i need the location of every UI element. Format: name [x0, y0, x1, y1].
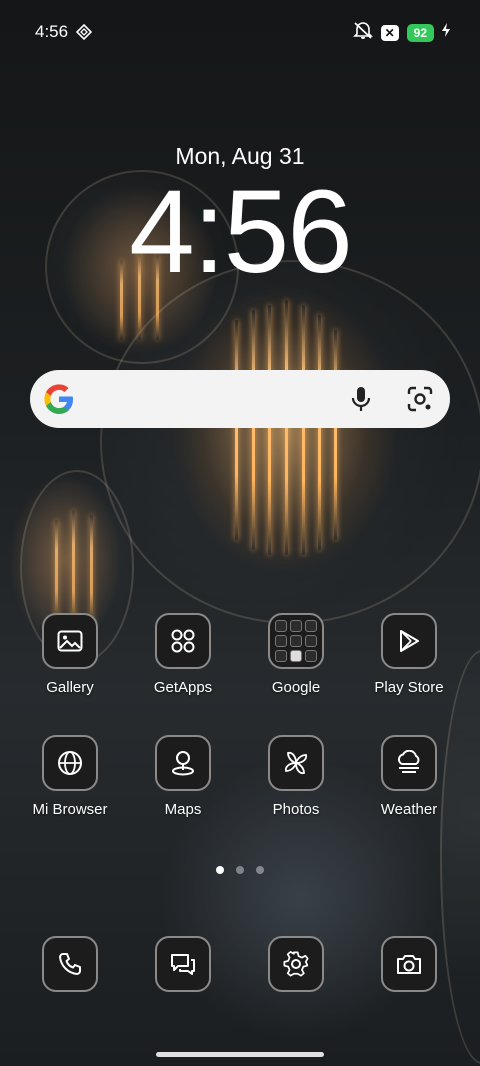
app-label: Maps: [164, 801, 202, 818]
app-play-store[interactable]: Play Store: [354, 613, 464, 696]
battery-icon: 92: [406, 23, 434, 42]
app-label: Gallery: [46, 679, 94, 696]
page-dot-2[interactable]: [236, 866, 244, 874]
dock-camera[interactable]: [354, 936, 464, 992]
diamond-icon: [75, 23, 93, 45]
page-indicator[interactable]: [0, 866, 480, 874]
phone-icon[interactable]: [42, 936, 98, 992]
google-icon: [42, 382, 76, 421]
settings-icon[interactable]: [268, 936, 324, 992]
pinwheel-icon[interactable]: [268, 735, 324, 791]
mute-icon: [352, 21, 373, 44]
app-label: GetApps: [153, 679, 213, 696]
app-label: Photos: [272, 801, 320, 818]
globe-icon[interactable]: [42, 735, 98, 791]
folder-preview: [275, 620, 317, 662]
gesture-nav-handle[interactable]: [156, 1052, 324, 1057]
dock-messages[interactable]: [128, 936, 238, 992]
clock-time[interactable]: 4:56: [0, 172, 480, 292]
google-search-bar[interactable]: [30, 370, 450, 428]
app-label: Weather: [380, 801, 438, 818]
app-maps[interactable]: Maps: [128, 735, 238, 818]
app-gallery[interactable]: Gallery: [15, 613, 125, 696]
lens-icon[interactable]: [406, 385, 434, 418]
dock-phone[interactable]: [15, 936, 125, 992]
camera-icon[interactable]: [381, 936, 437, 992]
mic-icon[interactable]: [348, 385, 374, 418]
app-google-folder[interactable]: Google: [241, 613, 351, 696]
x-icon: ✕: [380, 24, 399, 41]
charging-icon: [442, 23, 450, 42]
play-store-icon[interactable]: [381, 613, 437, 669]
app-getapps[interactable]: GetApps: [128, 613, 238, 696]
folder-icon[interactable]: [268, 613, 324, 669]
app-label: Play Store: [374, 679, 444, 696]
dock-settings[interactable]: [241, 936, 351, 992]
status-time: 4:56: [35, 22, 69, 41]
app-photos[interactable]: Photos: [241, 735, 351, 818]
page-dot-1[interactable]: [216, 866, 224, 874]
app-label: Google: [271, 679, 321, 696]
getapps-icon[interactable]: [155, 613, 211, 669]
weather-icon[interactable]: [381, 735, 437, 791]
map-pin-icon[interactable]: [155, 735, 211, 791]
status-bar: 4:56 ✕ 92: [0, 0, 480, 62]
page-dot-3[interactable]: [256, 866, 264, 874]
app-label: Mi Browser: [32, 801, 108, 818]
gallery-icon[interactable]: [42, 613, 98, 669]
app-weather[interactable]: Weather: [354, 735, 464, 818]
messages-icon[interactable]: [155, 936, 211, 992]
app-mi-browser[interactable]: Mi Browser: [15, 735, 125, 818]
